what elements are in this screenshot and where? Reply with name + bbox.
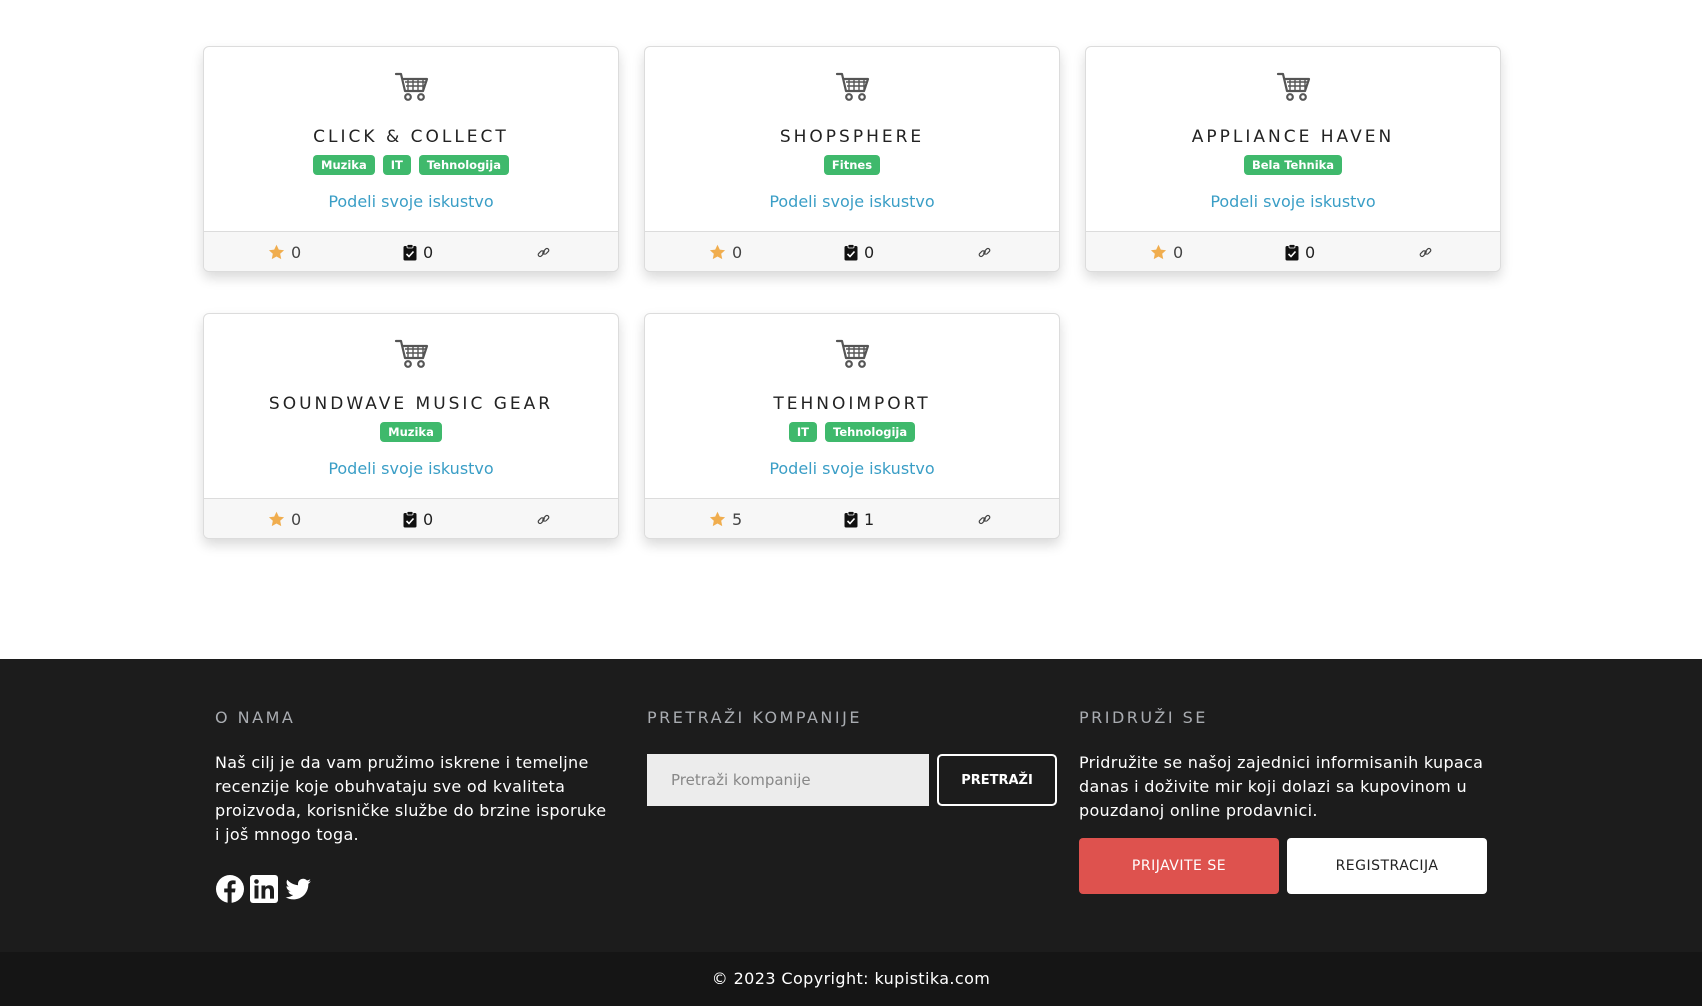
register-button[interactable]: REGISTRACIJA [1287,838,1487,894]
link-icon[interactable] [537,246,550,259]
category-tag[interactable]: Fitnes [823,155,881,175]
copyright: © 2023 Copyright: kupistika.com [0,952,1702,1006]
card-footer: 51 [645,498,1059,538]
clipboard-check-icon [403,243,417,261]
rating-stat: 5 [709,499,743,538]
star-icon [1150,244,1167,260]
reviews-count: 0 [864,242,875,262]
company-name[interactable]: CLICK & COLLECT [204,127,618,147]
shopping-cart-icon [835,71,871,103]
link-stat[interactable] [537,499,550,538]
join-heading: PRIDRUŽI SE [1079,708,1208,727]
share-experience-link[interactable]: Podeli svoje iskustvo [204,192,618,211]
category-tags: IT Tehnologija [645,422,1059,442]
card-body: CLICK & COLLECT Muzika IT Tehnologija Podeli… [204,47,618,231]
category-tag[interactable]: IT [788,422,817,442]
category-tags: Fitnes [645,155,1059,175]
category-tag[interactable]: IT [382,155,411,175]
shopping-cart-icon [835,338,871,370]
rating-stat: 0 [709,232,743,271]
link-stat[interactable] [978,232,991,271]
clipboard-check-icon [1285,243,1299,261]
linkedin-icon[interactable] [249,874,279,904]
shopping-cart-icon [1276,71,1312,103]
rating-value: 0 [732,242,743,262]
share-experience-link[interactable]: Podeli svoje iskustvo [1086,192,1500,211]
reviews-stat: 0 [403,499,434,538]
category-tag[interactable]: Muzika [313,155,375,175]
star-icon [709,511,726,527]
link-icon[interactable] [537,513,550,526]
company-name[interactable]: SHOPSPHERE [645,127,1059,147]
link-icon[interactable] [978,246,991,259]
card-body: SHOPSPHERE Fitnes Podeli svoje iskustvo [645,47,1059,231]
social-links [215,874,313,904]
rating-stat: 0 [1150,232,1184,271]
category-tag[interactable]: Tehnologija [825,422,916,442]
shopping-cart-icon [394,71,430,103]
reviews-count: 1 [864,509,875,529]
company-name[interactable]: APPLIANCE HAVEN [1086,127,1500,147]
reviews-stat: 0 [403,232,434,271]
card-body: APPLIANCE HAVEN Bela Tehnika Podeli svoje … [1086,47,1500,231]
category-tags: Muzika IT Tehnologija [204,155,618,175]
company-name[interactable]: SOUNDWAVE MUSIC GEAR [204,394,618,414]
search-heading: PRETRAŽI KOMPANIJE [647,708,862,727]
search-button[interactable]: PRETRAŽI [937,754,1057,806]
search-input[interactable] [647,754,929,806]
share-experience-link[interactable]: Podeli svoje iskustvo [645,192,1059,211]
company-card[interactable]: APPLIANCE HAVEN Bela Tehnika Podeli svoje … [1085,46,1501,272]
card-footer: 00 [204,498,618,538]
company-name[interactable]: TEHNOIMPORT [645,394,1059,414]
about-heading: O NAMA [215,708,296,727]
star-icon [268,511,285,527]
reviews-count: 0 [423,509,434,529]
card-body: TEHNOIMPORT IT Tehnologija Podeli svoje isk… [645,314,1059,498]
category-tag[interactable]: Tehnologija [418,155,509,175]
rating-value: 5 [732,509,743,529]
card-footer: 00 [204,231,618,271]
twitter-icon[interactable] [283,874,313,904]
share-experience-link[interactable]: Podeli svoje iskustvo [645,459,1059,478]
link-icon[interactable] [1419,246,1432,259]
card-footer: 00 [1086,231,1500,271]
rating-stat: 0 [268,499,302,538]
clipboard-check-icon [844,243,858,261]
join-text: Pridružite se našoj zajednici informisan… [1079,753,1484,820]
category-tag[interactable]: Bela Tehnika [1243,155,1343,175]
company-card[interactable]: TEHNOIMPORT IT Tehnologija Podeli svoje isk… [644,313,1060,539]
link-stat[interactable] [1419,232,1432,271]
star-icon [268,244,285,260]
login-button[interactable]: PRIJAVITE SE [1079,838,1279,894]
company-card[interactable]: SOUNDWAVE MUSIC GEAR Muzika Podeli svoje i… [203,313,619,539]
reviews-stat: 0 [844,232,875,271]
reviews-stat: 1 [844,499,875,538]
site-footer: O NAMA Naš cilj je da vam pružimo iskren… [0,659,1702,1006]
reviews-count: 0 [1305,242,1316,262]
rating-value: 0 [291,509,302,529]
link-icon[interactable] [978,513,991,526]
company-card[interactable]: SHOPSPHERE Fitnes Podeli svoje iskustvo 0 0 [644,46,1060,272]
rating-stat: 0 [268,232,302,271]
card-body: SOUNDWAVE MUSIC GEAR Muzika Podeli svoje i… [204,314,618,498]
rating-value: 0 [1173,242,1184,262]
company-card[interactable]: CLICK & COLLECT Muzika IT Tehnologija Podeli… [203,46,619,272]
link-stat[interactable] [978,499,991,538]
reviews-stat: 0 [1285,232,1316,271]
shopping-cart-icon [394,338,430,370]
clipboard-check-icon [403,510,417,528]
category-tags: Bela Tehnika [1086,155,1500,175]
category-tags: Muzika [204,422,618,442]
rating-value: 0 [291,242,302,262]
about-text: Naš cilj je da vam pružimo iskrene i tem… [215,753,607,844]
link-stat[interactable] [537,232,550,271]
share-experience-link[interactable]: Podeli svoje iskustvo [204,459,618,478]
card-footer: 00 [645,231,1059,271]
star-icon [709,244,726,260]
reviews-count: 0 [423,242,434,262]
facebook-icon[interactable] [215,874,245,904]
category-tag[interactable]: Muzika [380,422,442,442]
clipboard-check-icon [844,510,858,528]
